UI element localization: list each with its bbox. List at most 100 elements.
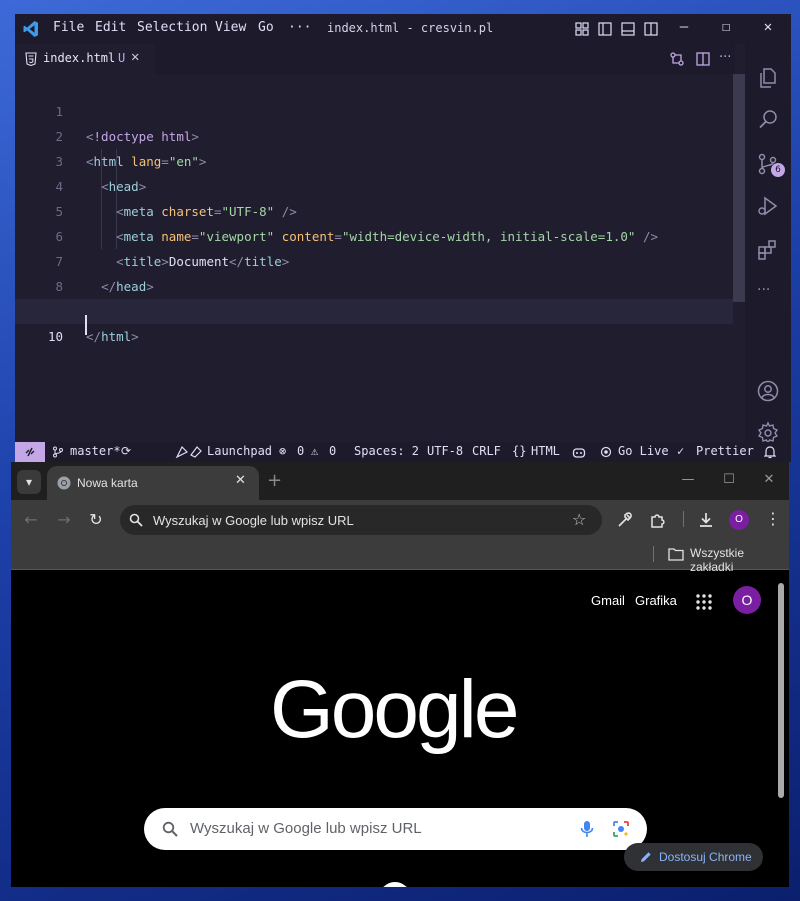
git-branch-icon bbox=[53, 446, 63, 458]
code-line: 8 <body></body> bbox=[15, 249, 733, 319]
menu-view[interactable]: View bbox=[215, 20, 246, 35]
toggle-primary-sidebar-icon[interactable] bbox=[598, 22, 612, 36]
google-apps-icon[interactable] bbox=[696, 594, 712, 610]
toggle-secondary-sidebar-icon[interactable] bbox=[644, 22, 658, 36]
open-changes-icon[interactable] bbox=[669, 51, 685, 67]
vscode-logo-icon bbox=[23, 21, 38, 37]
prettier-status[interactable]: Prettier bbox=[696, 444, 754, 458]
indentation[interactable]: Spaces: 2 bbox=[354, 444, 419, 458]
search-icon bbox=[162, 821, 178, 837]
git-branch[interactable]: master* bbox=[70, 444, 121, 458]
tab-close-button[interactable]: ✕ bbox=[235, 473, 246, 488]
warnings-icon[interactable]: ⚠ bbox=[311, 444, 318, 458]
gmail-link[interactable]: Gmail bbox=[591, 593, 625, 608]
tab-search-button[interactable]: ▾ bbox=[17, 470, 41, 494]
search-icon bbox=[129, 513, 143, 527]
status-bar: master* ⟳ Launchpad ⊗ 0 ⚠ 0 Spaces: 2 UT… bbox=[15, 442, 791, 462]
launchpad[interactable]: Launchpad bbox=[207, 444, 272, 458]
chevron-down-icon: ▾ bbox=[25, 475, 33, 489]
back-arrow-icon[interactable]: ← bbox=[21, 510, 41, 529]
sync-icon[interactable]: ⟳ bbox=[121, 444, 131, 458]
language-mode[interactable]: HTML bbox=[531, 444, 560, 458]
explorer-icon[interactable] bbox=[756, 66, 780, 90]
new-tab-button[interactable]: + bbox=[267, 470, 282, 491]
chrome-minimize-button[interactable]: — bbox=[678, 472, 698, 487]
voice-search-mic-icon[interactable] bbox=[580, 820, 594, 838]
scrollbar-thumb[interactable] bbox=[778, 583, 784, 798]
code-line: 2 <html lang="en"> bbox=[15, 99, 733, 169]
broadcast-icon bbox=[600, 446, 612, 458]
google-logo: Google bbox=[270, 664, 519, 755]
notifications-bell-icon[interactable] bbox=[764, 445, 776, 459]
editor-scrollbar[interactable] bbox=[733, 74, 745, 302]
chrome-maximize-button[interactable]: ☐ bbox=[719, 472, 739, 487]
tab-index-html[interactable]: index.html U ✕ bbox=[15, 44, 155, 74]
code-line: 3 <head> bbox=[15, 124, 733, 194]
menu-edit[interactable]: Edit bbox=[95, 20, 126, 35]
chrome-tabstrip: ▾ Nowa karta ✕ + — ☐ ✕ bbox=[11, 462, 789, 500]
vscode-close-button[interactable]: ✕ bbox=[758, 19, 778, 35]
tab-new-tab[interactable]: Nowa karta ✕ bbox=[47, 466, 259, 500]
chrome-favicon-icon bbox=[57, 476, 71, 490]
source-control-badge: 6 bbox=[771, 163, 785, 177]
code-editor[interactable]: 1 <!doctype html> 2 <html lang="en"> 3 <… bbox=[15, 74, 735, 442]
run-debug-icon[interactable] bbox=[756, 194, 780, 218]
line-endings[interactable]: CRLF bbox=[472, 444, 501, 458]
chrome-toolbar: ← → ↻ Wyszukaj w Google lub wpisz URL ☆ … bbox=[11, 500, 789, 538]
menu-go[interactable]: Go bbox=[258, 20, 274, 35]
images-link[interactable]: Grafika bbox=[635, 593, 677, 608]
remote-icon bbox=[25, 447, 35, 457]
reload-icon[interactable]: ↻ bbox=[86, 510, 106, 529]
eyedropper-icon[interactable] bbox=[616, 511, 634, 529]
shortcut-tile[interactable] bbox=[379, 882, 411, 887]
bookmarks-bar: Wszystkie zakładki bbox=[11, 538, 789, 574]
menu-selection[interactable]: Selection bbox=[137, 20, 207, 35]
vscode-window: File Edit Selection View Go ··· index.ht… bbox=[15, 14, 791, 462]
google-lens-icon[interactable] bbox=[612, 820, 630, 838]
warnings-count: 0 bbox=[329, 444, 337, 458]
all-bookmarks-button[interactable]: Wszystkie zakładki bbox=[690, 546, 789, 574]
code-line-content: </html> bbox=[86, 329, 139, 344]
errors-icon[interactable]: ⊗ bbox=[279, 444, 286, 458]
page-scrollbar[interactable] bbox=[777, 577, 785, 882]
window-title: index.html - cresvin.pl bbox=[327, 21, 494, 35]
tab-label: index.html bbox=[43, 51, 116, 65]
accounts-icon[interactable] bbox=[756, 379, 780, 403]
forward-arrow-icon[interactable]: → bbox=[54, 510, 74, 529]
chrome-menu-icon[interactable]: ⋮ bbox=[765, 509, 781, 528]
customize-layout-icon[interactable] bbox=[575, 22, 589, 36]
split-editor-icon[interactable] bbox=[695, 51, 711, 67]
menu-file[interactable]: File bbox=[53, 20, 84, 35]
bookmark-star-icon[interactable]: ☆ bbox=[572, 510, 586, 529]
activity-bar: 6 ··· bbox=[745, 44, 791, 445]
chrome-window: ▾ Nowa karta ✕ + — ☐ ✕ ← → ↻ Wyszukaj w … bbox=[11, 462, 789, 887]
new-tab-page: Gmail Grafika O Google Wyszukaj w Google… bbox=[11, 571, 789, 887]
tab-title: Nowa karta bbox=[77, 476, 138, 490]
copilot-icon[interactable] bbox=[572, 445, 586, 459]
toolbar-separator bbox=[683, 511, 684, 527]
go-live-button[interactable]: Go Live bbox=[618, 444, 669, 458]
address-bar[interactable]: Wyszukaj w Google lub wpisz URL ☆ bbox=[120, 505, 602, 535]
more-views-icon[interactable]: ··· bbox=[757, 282, 770, 298]
profile-avatar-button[interactable]: O bbox=[729, 510, 749, 530]
chrome-close-button[interactable]: ✕ bbox=[759, 472, 779, 487]
tab-close-button[interactable]: ✕ bbox=[131, 49, 139, 65]
code-line: 4 <meta charset="UTF-8" /> bbox=[15, 149, 733, 219]
extensions-puzzle-icon[interactable] bbox=[649, 511, 667, 529]
vscode-minimize-button[interactable]: — bbox=[674, 19, 694, 35]
vscode-maximize-button[interactable]: ☐ bbox=[716, 19, 736, 35]
toggle-panel-icon[interactable] bbox=[621, 22, 635, 36]
customize-chrome-button[interactable]: Dostosuj Chrome bbox=[624, 843, 763, 871]
downloads-icon[interactable] bbox=[697, 511, 715, 529]
address-bar-placeholder: Wyszukaj w Google lub wpisz URL bbox=[153, 513, 354, 528]
encoding[interactable]: UTF-8 bbox=[427, 444, 463, 458]
search-icon[interactable] bbox=[756, 107, 780, 131]
google-account-avatar[interactable]: O bbox=[733, 586, 761, 614]
editor-more-actions-icon[interactable]: ··· bbox=[719, 50, 731, 65]
extensions-icon[interactable] bbox=[756, 238, 780, 262]
remote-button[interactable] bbox=[15, 442, 45, 462]
menu-more[interactable]: ··· bbox=[288, 20, 311, 35]
errors-count: 0 bbox=[297, 444, 305, 458]
ntp-search-box[interactable]: Wyszukaj w Google lub wpisz URL bbox=[144, 808, 647, 850]
code-line-current: 10 bbox=[15, 299, 733, 344]
